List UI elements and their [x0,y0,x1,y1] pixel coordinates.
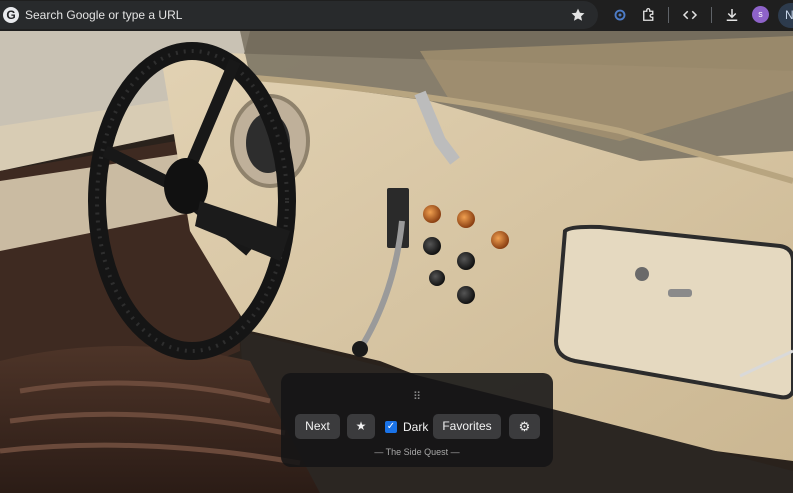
profile-chip[interactable]: N [778,3,793,28]
favorite-star-icon: ★ [355,419,367,433]
dark-mode-checkbox[interactable]: ✓ [385,421,397,433]
google-logo-icon: G [3,7,19,23]
bookmark-star-icon[interactable] [570,7,586,23]
next-button[interactable]: Next [295,414,340,439]
favorite-button[interactable]: ★ [347,414,375,439]
dark-mode-label: Dark [403,420,429,434]
browser-toolbar: G Search Google or type a URL s N [0,0,793,31]
toolbar-divider [668,7,669,23]
extensions-puzzle-icon[interactable] [640,6,658,24]
settings-gear-icon: ⚙ [518,419,531,434]
settings-button[interactable]: ⚙ [509,414,540,439]
drag-handle-icon[interactable]: ⠿ [411,391,423,403]
wallpaper-control-panel: ⠿ Next ★ ✓ Dark Favorites ⚙ — The Side Q… [281,373,553,467]
omnibox-placeholder[interactable]: Search Google or type a URL [25,8,182,22]
dark-mode-toggle[interactable]: ✓ Dark [385,418,428,436]
credit-text: — The Side Quest — [374,447,460,457]
favorites-button[interactable]: Favorites [433,414,501,439]
toolbar-divider [711,7,712,23]
download-icon[interactable] [723,6,741,24]
profile-avatar[interactable]: s [752,6,769,23]
code-icon[interactable] [681,6,699,24]
extension-status-icon[interactable] [611,6,629,24]
omnibox[interactable]: G Search Google or type a URL [0,1,598,29]
